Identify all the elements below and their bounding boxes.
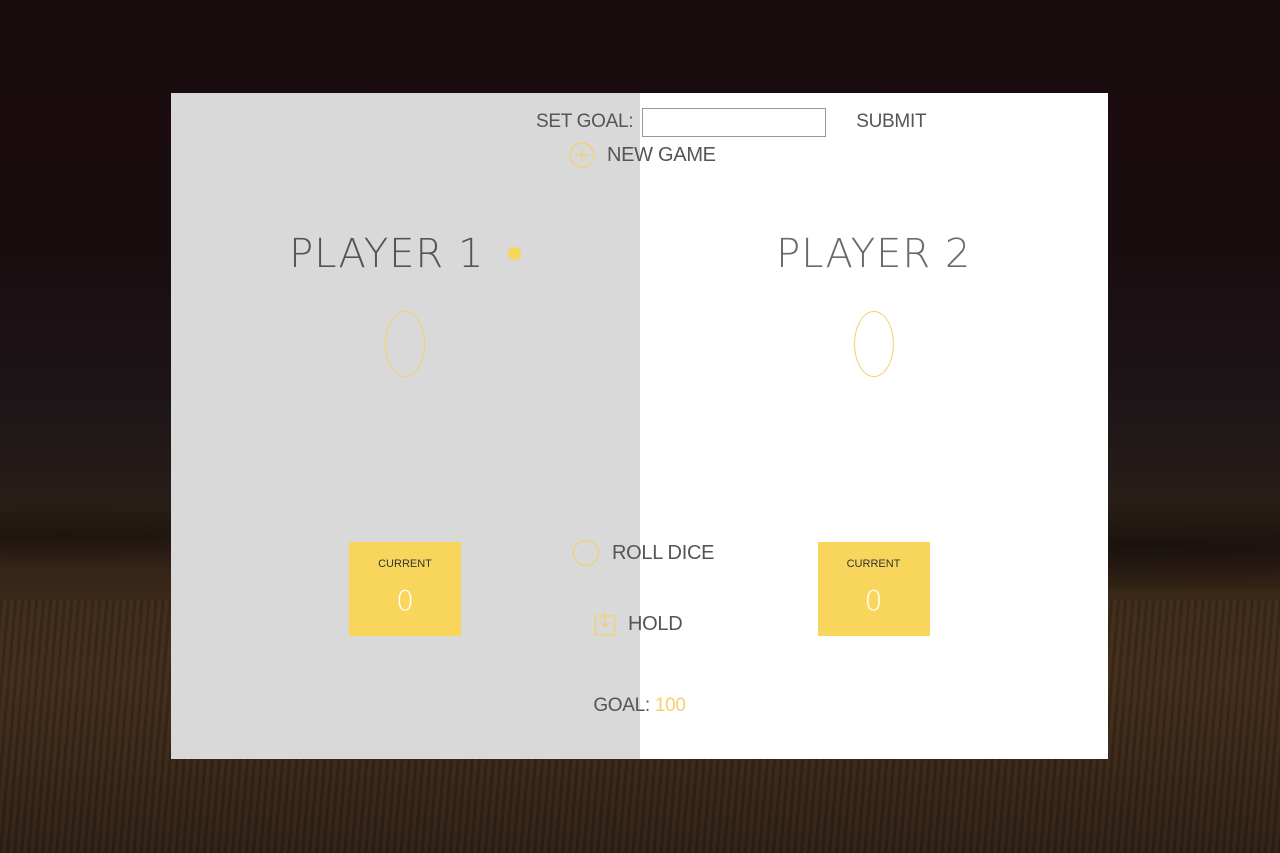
player-2-panel: PLAYER 2 CURRENT 0 [639,93,1109,759]
player-1-score-value [385,311,426,377]
player-1-panel: PLAYER 1 CURRENT 0 [171,93,640,759]
new-game-button[interactable]: NEW GAME [569,142,716,168]
player-1-score [171,303,640,396]
goal-display: GOAL: 100 [171,695,1108,717]
goal-input[interactable] [642,107,827,137]
player-2-current-label: CURRENT [846,558,901,570]
game-board: PLAYER 1 CURRENT 0 PLAYER 2 CURRENT 0 SE… [171,93,1108,759]
player-1-current-label: CURRENT [378,558,432,570]
hold-button[interactable]: HOLD [594,611,683,637]
submit-button[interactable]: SUBMIT [856,111,926,133]
goal-value: 100 [654,695,686,716]
player-2-name-row: PLAYER 2 [640,231,1109,277]
roll-dice-button[interactable]: ROLL DICE [572,539,714,567]
roll-dice-label: ROLL DICE [612,541,715,564]
player-2-name: PLAYER 2 [776,231,972,277]
download-icon [594,611,616,637]
add-circle-icon [569,142,595,168]
player-1-name-row: PLAYER 1 [171,231,640,277]
player-2-current-box: CURRENT 0 [817,542,930,636]
player-1-current-box: CURRENT 0 [349,542,461,636]
set-goal-form: SET GOAL: SUBMIT [536,107,927,137]
goal-label: GOAL: [593,695,650,716]
player-1-current-score: 0 [396,584,414,617]
set-goal-label: SET GOAL: [536,111,634,132]
active-player-indicator [508,246,522,260]
hold-label: HOLD [628,612,683,635]
player-2-score [640,303,1109,396]
player-2-current-score: 0 [864,584,883,617]
player-2-score-value [853,311,894,377]
new-game-label: NEW GAME [607,143,716,166]
loop-circle-icon [572,539,600,567]
player-1-name: PLAYER 1 [289,231,485,277]
